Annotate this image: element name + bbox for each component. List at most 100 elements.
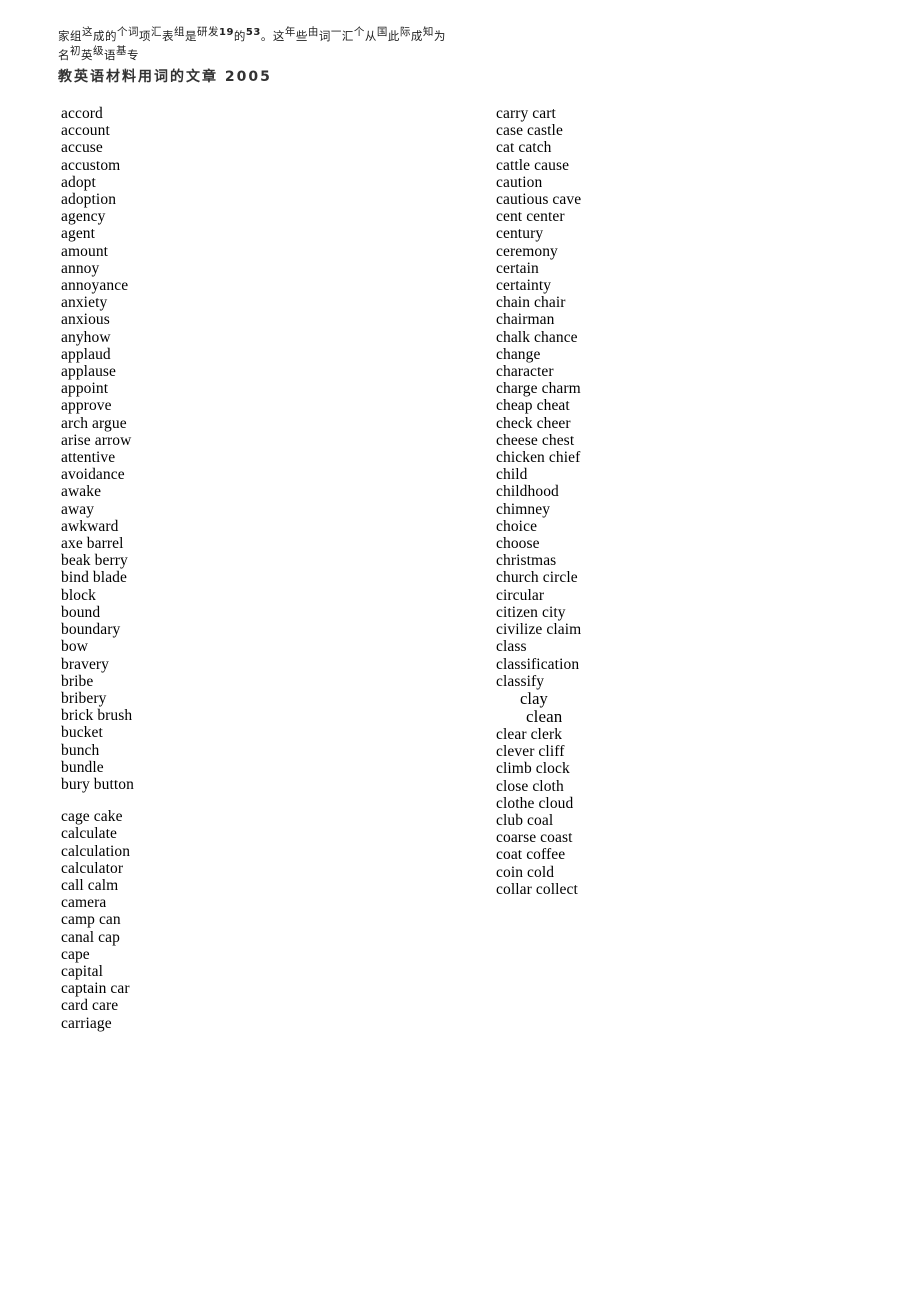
word-list-entry: call calm [61,876,119,894]
word-list-entry: boundary [61,621,121,639]
header-char-segment: 这 [82,26,93,38]
scrambled-header-block: 家组这成的个词项汇表组是研发19的53。这年些由词一汇个从国此际成知为 名初英级… [58,18,488,88]
word-list-entry: clear clerk [496,725,563,743]
header-char-segment: 初 [70,45,81,57]
word-list-entry: bribe [61,672,94,690]
header-char-segment: 年 [284,26,296,38]
word-list-entry: attentive [61,449,116,467]
word-list-entry: bind blade [61,569,127,587]
word-list-entry: check cheer [496,414,571,432]
word-list-entry: cheap cheat [496,397,570,415]
word-list-entry: agent [61,225,96,243]
word-list-entry: annoyance [61,277,129,295]
word-list-entry: certainty [496,277,552,295]
word-list-entry: bravery [61,655,110,673]
word-list-entry: chicken chief [496,449,581,467]
word-list-entry: bury button [61,775,134,793]
header-char-segment: 一 [330,26,342,38]
word-list-entry: caution [496,173,543,191]
word-list-entry: annoy [61,259,100,277]
header-char-segment: 为 [433,29,446,43]
word-list-entry: bound [61,603,101,621]
word-list-entry: awake [61,483,102,501]
header-char-segment: 由 [307,26,319,38]
word-list-entry: choice [496,517,538,535]
word-list-entry: accuse [61,139,103,157]
header-char-segment: 53 [245,27,261,38]
word-list-entry: club coal [496,811,554,829]
word-list-entry: civilize claim [496,621,582,639]
header-char-segment: 表 [162,29,174,43]
word-list-entry: childhood [496,483,559,501]
word-list-entry: capital [61,962,104,980]
header-char-segment: 汇 [151,26,162,38]
word-list-entry: cent center [496,208,565,226]
header-char-segment: 研发 [197,26,219,38]
word-list-entry: citizen city [496,603,566,621]
word-list-entry: cat catch [496,139,552,157]
header-char-segment: 知 [422,26,434,38]
header-char-segment: 成 [410,29,423,43]
word-list-entry: cage cake [61,808,123,826]
header-char-segment: 19 [219,27,234,38]
word-list-entry: clever cliff [496,743,565,761]
header-char-segment: 国 [376,26,388,38]
word-list-entry: calculator [61,859,124,877]
header-char-segment: 是 [185,29,197,43]
word-list-entry: collar collect [496,880,578,898]
word-list-entry: bundle [61,758,104,776]
word-list-entry: christmas [496,552,557,570]
word-list-entry: close cloth [496,777,564,795]
word-list-entry: amount [61,242,109,260]
header-line-1: 家组这成的个词项汇表组是研发19的53。这年些由词一汇个从国此际成知为 [58,26,488,44]
word-list-entry: anxiety [61,294,108,312]
word-list-entry: ceremony [496,242,558,260]
header-char-segment: 成的 [93,29,117,43]
header-char-segment: 个词 [117,26,139,38]
word-list-entry: beak berry [61,552,128,570]
word-list-entry: camera [61,894,107,912]
word-list-entry: appoint [61,380,109,398]
word-list-entry: carriage [61,1014,112,1032]
word-list-entry: chairman [496,311,555,329]
word-list-entry: charge charm [496,380,581,398]
header-line-2: 名初英级语基专 [58,45,488,63]
word-list-entry: captain car [61,980,130,998]
header-char-segment: 此 [387,29,400,43]
header-char-segment: 家组 [58,29,82,43]
word-list-entry: card care [61,997,119,1015]
word-list-entry: calculation [61,842,131,860]
word-list-entry: cattle cause [496,156,570,174]
word-list-entry: church circle [496,569,578,587]
header-char-segment: 英 [81,48,93,62]
word-list-entry: brick brush [61,707,133,725]
word-list-entry: agency [61,208,106,226]
word-list-entry: clean [526,706,563,726]
word-list-entry: cape [61,945,90,963]
header-char-segment: 。这 [260,29,285,43]
word-list-entry: cautious cave [496,191,582,209]
word-list-entry: bribery [61,689,107,707]
word-list-entry: applause [61,363,117,381]
document-page: { "page": { "background_color": "#ffffff… [0,0,920,1302]
word-list-entry: circular [496,586,545,604]
header-char-segment: 的 [233,29,246,43]
word-list-entry: bucket [61,724,103,742]
word-list-entry: carry cart [496,105,556,122]
word-list-entry: class [496,638,527,656]
word-list-entry: avoidance [61,466,125,484]
word-list-entry: character [496,363,554,381]
word-list-entry: adopt [61,173,96,191]
word-list-entry: chalk chance [496,328,578,346]
word-list-entry: child [496,466,528,484]
word-list-entry: climb clock [496,760,570,778]
word-list-entry: applaud [61,345,111,363]
word-list-entry: anyhow [61,328,111,346]
word-list-entry: canal cap [61,928,120,946]
word-list-entry: awkward [61,517,119,535]
header-char-segment: 名 [58,48,70,62]
word-list-entry: cheese chest [496,431,575,449]
word-list-entry: approve [61,397,112,415]
word-list-entry: change [496,345,541,363]
header-char-segment: 词 [318,29,331,43]
